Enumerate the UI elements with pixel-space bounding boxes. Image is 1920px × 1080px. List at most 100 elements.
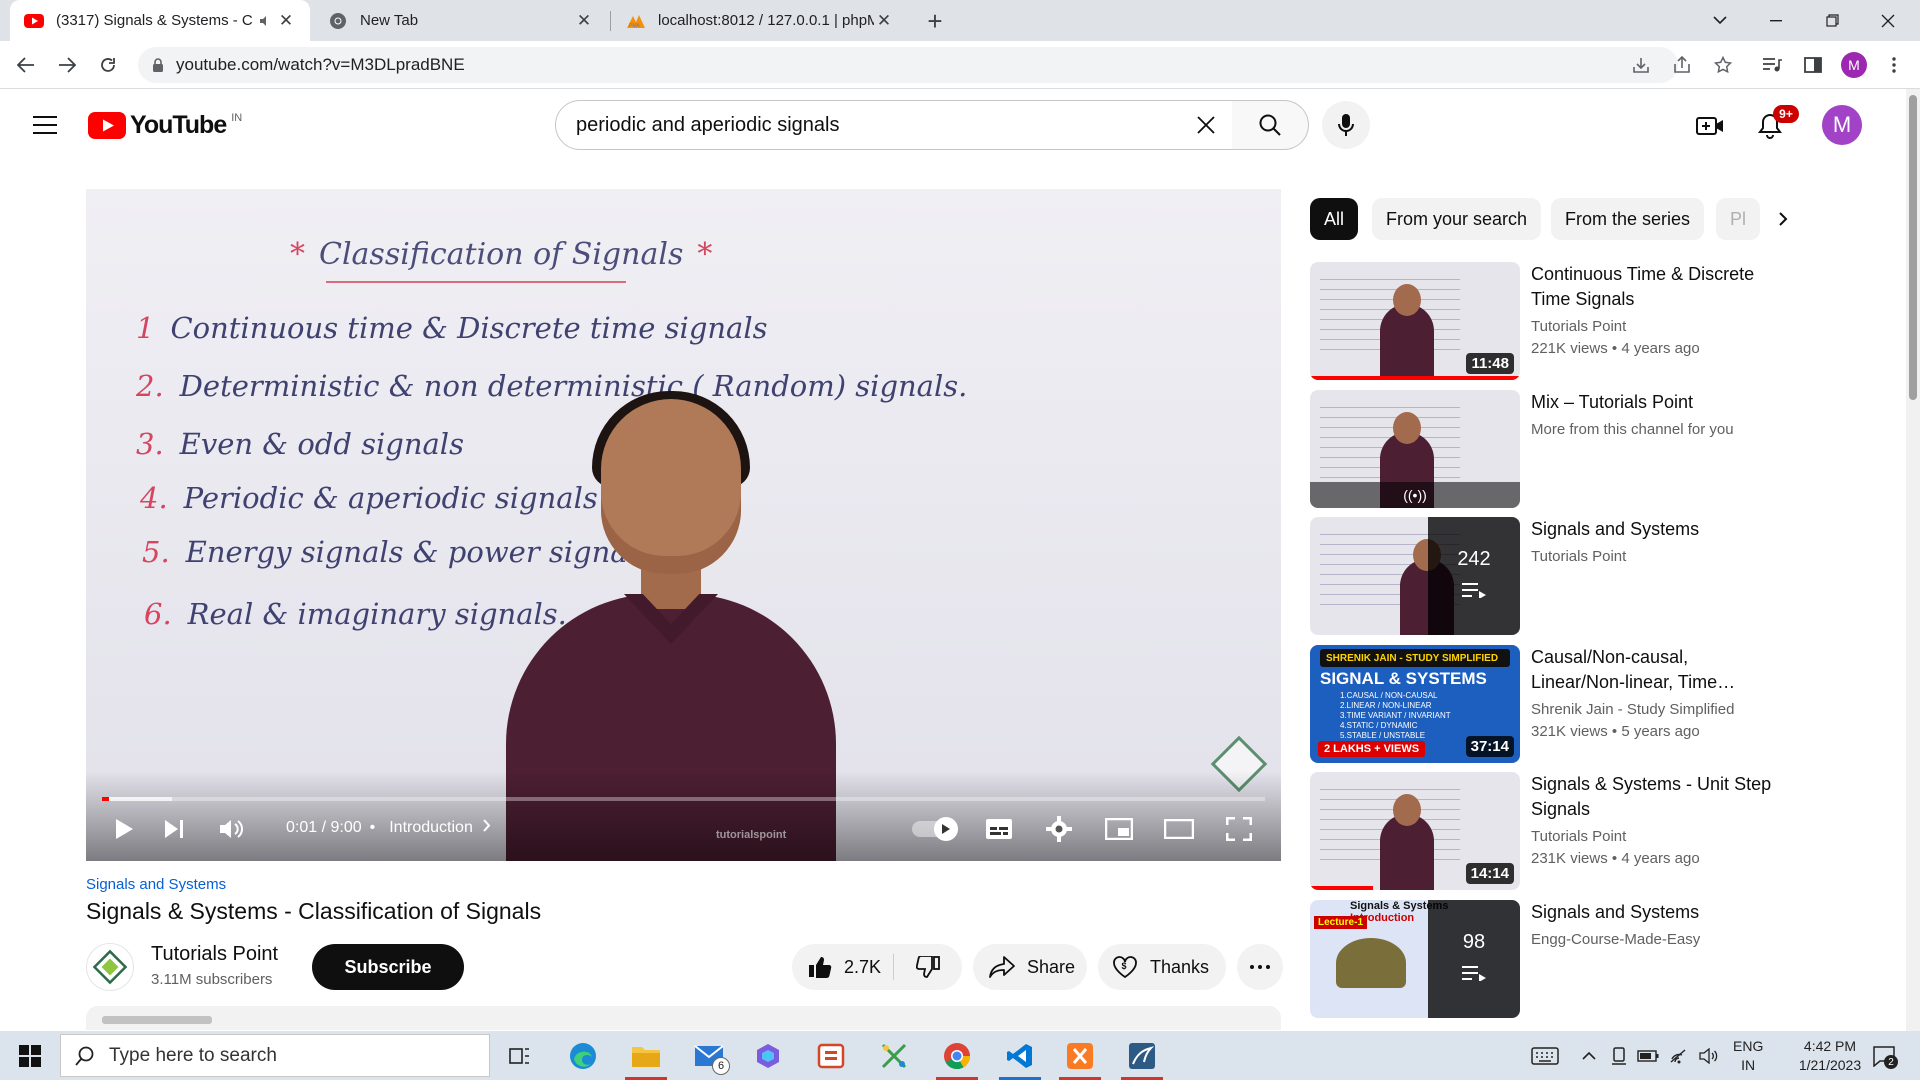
recommendation-item[interactable]: 242 Signals and Systems Tutorials Point <box>1310 517 1790 635</box>
miniplayer-button[interactable] <box>1099 811 1139 847</box>
recommendation-title[interactable]: Signals & Systems - Unit Step Signals <box>1531 772 1781 822</box>
recommendation-item[interactable]: ((•)) Mix – Tutorials Point More from th… <box>1310 390 1790 508</box>
recommendation-title[interactable]: Continuous Time & Discrete Time Signals <box>1531 262 1781 312</box>
browser-menu-icon[interactable] <box>1878 49 1910 81</box>
copilot-app-icon[interactable] <box>743 1031 793 1080</box>
video-thumbnail[interactable]: 11:48 <box>1310 262 1520 380</box>
subtitles-button[interactable] <box>979 811 1019 847</box>
youtube-logo[interactable]: YouTube IN <box>88 111 242 140</box>
close-tab-icon[interactable]: ✕ <box>276 11 296 31</box>
series-link[interactable]: Signals and Systems <box>86 876 226 893</box>
page-scrollbar[interactable] <box>1906 89 1920 1031</box>
address-bar[interactable]: youtube.com/watch?v=M3DLpradBNE <box>138 47 1678 83</box>
playlist-thumbnail[interactable]: Signals & Systems Introduction Lecture-1 … <box>1310 900 1520 1018</box>
chip-truncated[interactable]: Pl <box>1716 198 1760 240</box>
recommendation-channel[interactable]: Engg-Course-Made-Easy <box>1531 931 1781 948</box>
recommendation-channel[interactable]: Tutorials Point <box>1531 828 1781 845</box>
create-video-icon[interactable] <box>1690 106 1730 146</box>
side-panel-icon[interactable] <box>1797 49 1829 81</box>
snipping-tool-icon[interactable] <box>869 1031 919 1080</box>
theater-mode-button[interactable] <box>1159 811 1199 847</box>
channel-name[interactable]: Tutorials Point <box>151 943 278 966</box>
tab-phpmyadmin[interactable]: PMA localhost:8012 / 127.0.0.1 | phpM ✕ <box>612 0 908 41</box>
close-tab-icon[interactable]: ✕ <box>874 11 894 31</box>
battery-icon[interactable] <box>1633 1031 1663 1080</box>
close-window-button[interactable] <box>1860 0 1916 41</box>
audio-playing-icon[interactable] <box>258 11 272 31</box>
hamburger-menu-icon[interactable] <box>28 108 62 142</box>
autoplay-toggle[interactable] <box>912 817 958 841</box>
playlist-thumbnail[interactable]: 242 <box>1310 517 1520 635</box>
media-control-icon[interactable] <box>1756 49 1788 81</box>
recommendation-title[interactable]: Signals and Systems <box>1531 900 1781 925</box>
chip-all[interactable]: All <box>1310 198 1359 240</box>
progress-bar[interactable] <box>102 797 1265 801</box>
reload-icon[interactable] <box>92 49 124 81</box>
edge-browser-icon[interactable] <box>558 1031 608 1080</box>
scrollbar-thumb[interactable] <box>1909 95 1917 400</box>
video-thumbnail[interactable]: 14:14 <box>1310 772 1520 890</box>
task-view-icon[interactable] <box>495 1031 545 1080</box>
mysql-workbench-icon[interactable] <box>1117 1031 1167 1080</box>
restore-button[interactable] <box>1804 0 1860 41</box>
back-arrow-icon[interactable] <box>10 49 42 81</box>
recommendation-title[interactable]: Mix – Tutorials Point <box>1531 390 1781 415</box>
video-thumbnail[interactable]: SHRENIK JAIN - STUDY SIMPLIFIED SIGNAL &… <box>1310 645 1520 763</box>
taskbar-search-box[interactable]: Type here to search <box>60 1034 490 1077</box>
device-icon[interactable] <box>1605 1031 1633 1080</box>
start-button[interactable] <box>0 1031 60 1080</box>
like-button[interactable]: 2.7K <box>792 944 893 990</box>
recommendation-channel[interactable]: Shrenik Jain - Study Simplified <box>1531 701 1781 718</box>
action-center-icon[interactable]: 2 <box>1868 1041 1900 1071</box>
recommendation-channel[interactable]: Tutorials Point <box>1531 548 1781 565</box>
touch-keyboard-icon[interactable] <box>1525 1031 1565 1080</box>
channel-avatar[interactable] <box>86 943 134 991</box>
tab-new-tab[interactable]: New Tab ✕ <box>314 0 608 41</box>
share-button[interactable]: Share <box>973 944 1087 990</box>
tray-overflow-chevron-icon[interactable] <box>1575 1031 1603 1080</box>
account-avatar[interactable]: M <box>1822 105 1862 145</box>
subscribe-button[interactable]: Subscribe <box>312 944 464 990</box>
forward-arrow-icon[interactable] <box>51 49 83 81</box>
video-player[interactable]: * Classification of Signals * 1 Continuous … <box>86 189 1281 861</box>
recommendation-item[interactable]: 11:48 Continuous Time & Discrete Time Si… <box>1310 262 1790 380</box>
volume-button[interactable] <box>214 811 250 847</box>
lock-icon[interactable] <box>152 57 164 73</box>
input-language-indicator[interactable]: ENG IN <box>1733 1037 1763 1075</box>
next-video-button[interactable] <box>156 811 192 847</box>
wifi-icon[interactable] <box>1664 1031 1694 1080</box>
video-thumbnail[interactable]: ((•)) <box>1310 390 1520 508</box>
recommendation-title[interactable]: Causal/Non-causal, Linear/Non-linear, Ti… <box>1531 645 1781 695</box>
bookmark-star-icon[interactable] <box>1707 49 1739 81</box>
chevron-right-icon[interactable] <box>483 819 491 837</box>
file-explorer-icon[interactable] <box>621 1031 671 1080</box>
close-tab-icon[interactable]: ✕ <box>574 11 594 31</box>
xampp-icon[interactable] <box>1055 1031 1105 1080</box>
settings-button[interactable] <box>1039 811 1079 847</box>
new-tab-button[interactable]: + <box>920 6 950 36</box>
mail-icon[interactable]: 6 <box>684 1031 734 1080</box>
dislike-button[interactable] <box>894 944 962 990</box>
voice-search-button[interactable] <box>1322 101 1370 149</box>
more-actions-button[interactable] <box>1237 944 1283 990</box>
clear-search-icon[interactable] <box>1192 111 1220 139</box>
description-box[interactable] <box>86 1006 1281 1030</box>
install-icon[interactable] <box>1625 49 1657 81</box>
chip-from-the-series[interactable]: From the series <box>1551 198 1705 240</box>
speaker-icon[interactable] <box>1694 1031 1724 1080</box>
chrome-icon[interactable] <box>932 1031 982 1080</box>
tab-youtube[interactable]: (3317) Signals & Systems - C ✕ <box>10 0 310 41</box>
profile-button[interactable]: M <box>1838 49 1870 81</box>
recommendation-item[interactable]: Signals & Systems Introduction Lecture-1 … <box>1310 900 1790 1018</box>
fullscreen-button[interactable] <box>1219 811 1259 847</box>
tab-search-chevron-icon[interactable] <box>1692 0 1748 41</box>
share-page-icon[interactable] <box>1666 49 1698 81</box>
chapter-title[interactable]: Introduction <box>389 819 473 837</box>
recommendation-channel[interactable]: Tutorials Point <box>1531 318 1781 335</box>
chip-from-your-search[interactable]: From your search <box>1372 198 1542 240</box>
vscode-icon[interactable] <box>995 1031 1045 1080</box>
recommendation-item[interactable]: 14:14 Signals & Systems - Unit Step Sign… <box>1310 772 1790 890</box>
search-button[interactable] <box>1232 100 1309 150</box>
recommendation-item[interactable]: SHRENIK JAIN - STUDY SIMPLIFIED SIGNAL &… <box>1310 645 1790 763</box>
thanks-button[interactable]: $ Thanks <box>1098 944 1226 990</box>
